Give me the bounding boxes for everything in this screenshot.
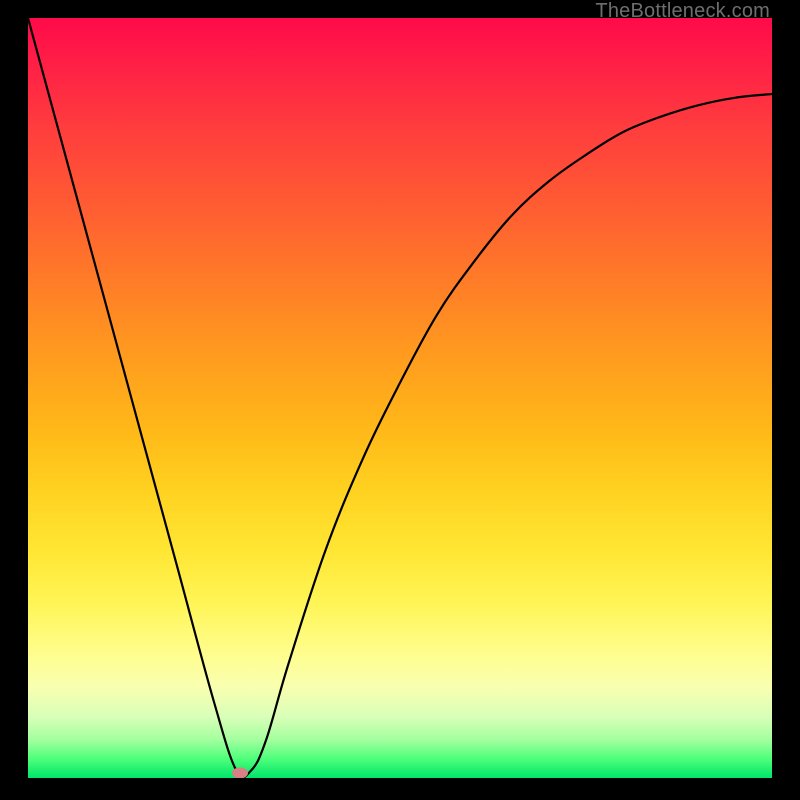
watermark-text: TheBottleneck.com — [595, 0, 770, 23]
curve-path — [28, 18, 772, 777]
plot-area — [28, 18, 772, 778]
bottleneck-curve — [28, 18, 772, 778]
chart-frame: TheBottleneck.com — [0, 0, 800, 800]
optimal-point-marker — [232, 768, 248, 778]
